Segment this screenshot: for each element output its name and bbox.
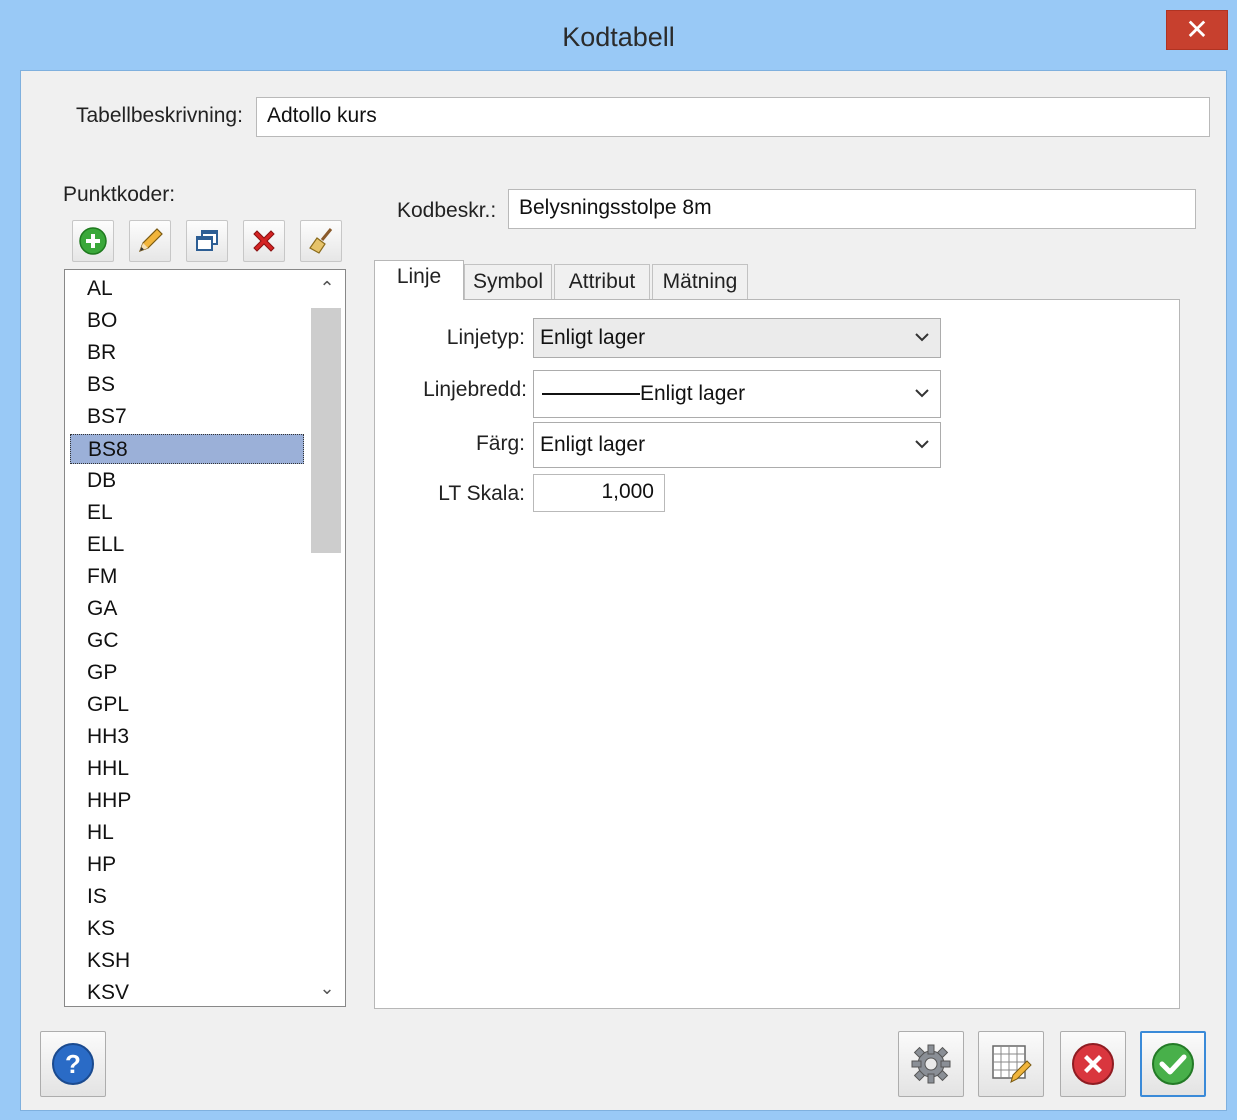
list-item[interactable]: BO — [70, 306, 304, 336]
scroll-down-icon[interactable]: ⌄ — [309, 972, 345, 1004]
linewidth-select[interactable]: Enligt lager — [533, 370, 941, 418]
chevron-down-icon — [914, 319, 930, 357]
clean-button[interactable] — [300, 220, 342, 262]
list-item[interactable]: GPL — [70, 690, 304, 720]
color-label: Färg: — [475, 432, 525, 455]
settings-button[interactable] — [898, 1031, 964, 1097]
scroll-up-icon[interactable]: ⌃ — [309, 272, 345, 304]
ok-button[interactable] — [1140, 1031, 1206, 1097]
help-button[interactable]: ? — [40, 1031, 106, 1097]
list-item[interactable]: FM — [70, 562, 304, 592]
list-item[interactable]: BS7 — [70, 402, 304, 432]
scroll-thumb[interactable] — [311, 308, 341, 553]
line-width-sample — [542, 393, 640, 396]
svg-text:?: ? — [65, 1049, 81, 1079]
tab-symbol[interactable]: Symbol — [464, 264, 552, 300]
add-button[interactable] — [72, 220, 114, 262]
point-codes-label: Punktkoder: — [63, 183, 176, 206]
table-desc-label: Tabellbeskrivning: — [76, 104, 243, 127]
add-icon — [79, 227, 107, 255]
copy-button[interactable] — [186, 220, 228, 262]
help-icon: ? — [52, 1043, 94, 1085]
color-select[interactable]: Enligt lager — [533, 422, 941, 468]
list-item[interactable]: BR — [70, 338, 304, 368]
ok-icon — [1152, 1043, 1194, 1085]
list-item[interactable]: IS — [70, 882, 304, 912]
settings-icon — [911, 1044, 951, 1084]
list-item[interactable]: KSH — [70, 946, 304, 976]
tab-panel-linje: Linjetyp: Enligt lager Linjebredd: Enlig… — [374, 299, 1180, 1009]
table-edit-button[interactable] — [978, 1031, 1044, 1097]
tab-matning[interactable]: Mätning — [652, 264, 748, 300]
linetype-label: Linjetyp: — [446, 326, 525, 349]
delete-button[interactable] — [243, 220, 285, 262]
edit-icon — [138, 228, 163, 253]
linetype-value: Enligt lager — [540, 326, 646, 349]
chevron-down-icon — [914, 423, 930, 467]
list-item[interactable]: DB — [70, 466, 304, 496]
list-item[interactable]: BS — [70, 370, 304, 400]
point-code-list[interactable]: AL BO BR BS BS7 BS8 DB EL ELL FM GA GC GP GPL HH3 HHL HH… — [64, 269, 346, 1007]
delete-icon — [253, 230, 275, 252]
ltscale-input[interactable]: 1,000 — [533, 474, 665, 512]
list-scrollbar[interactable]: ⌃ ⌄ — [309, 270, 345, 1006]
list-item[interactable]: ELL — [70, 530, 304, 560]
close-button[interactable]: ✕ — [1166, 10, 1228, 50]
tab-linje[interactable]: Linje — [374, 260, 464, 300]
table-desc-input[interactable]: Adtollo kurs — [256, 97, 1210, 137]
dialog-client: Tabellbeskrivning: Adtollo kurs Punktkod… — [20, 70, 1227, 1111]
table-edit-icon — [992, 1045, 1032, 1083]
list-item[interactable]: HH3 — [70, 722, 304, 752]
list-item[interactable]: AL — [70, 274, 304, 304]
list-item[interactable]: HHP — [70, 786, 304, 816]
linetype-select[interactable]: Enligt lager — [533, 318, 941, 358]
cancel-button[interactable] — [1060, 1031, 1126, 1097]
cancel-icon — [1072, 1043, 1114, 1085]
list-item[interactable]: GC — [70, 626, 304, 656]
list-item[interactable]: KS — [70, 914, 304, 944]
ltscale-label: LT Skala: — [438, 482, 525, 505]
list-item[interactable]: HP — [70, 850, 304, 880]
list-item[interactable]: GP — [70, 658, 304, 688]
clean-icon — [309, 228, 333, 254]
window: Kodtabell ✕ Tabellbeskrivning: Adtollo k… — [0, 0, 1237, 1120]
window-title: Kodtabell — [562, 22, 675, 52]
list-item[interactable]: GA — [70, 594, 304, 624]
list-item[interactable]: KSV — [70, 978, 304, 1006]
tab-attribut[interactable]: Attribut — [554, 264, 650, 300]
color-value: Enligt lager — [540, 433, 646, 456]
list-item[interactable]: HHL — [70, 754, 304, 784]
linewidth-label: Linjebredd: — [423, 378, 527, 401]
list-item[interactable]: BS8 — [70, 434, 304, 464]
title-bar[interactable]: Kodtabell ✕ — [0, 0, 1237, 70]
code-desc-label: Kodbeskr.: — [397, 199, 497, 222]
code-desc-input[interactable]: Belysningsstolpe 8m — [508, 189, 1196, 229]
edit-button[interactable] — [129, 220, 171, 262]
list-item[interactable]: EL — [70, 498, 304, 528]
chevron-down-icon — [914, 371, 930, 417]
list-item[interactable]: HL — [70, 818, 304, 848]
linewidth-value: Enligt lager — [640, 382, 746, 405]
copy-icon — [196, 230, 218, 251]
